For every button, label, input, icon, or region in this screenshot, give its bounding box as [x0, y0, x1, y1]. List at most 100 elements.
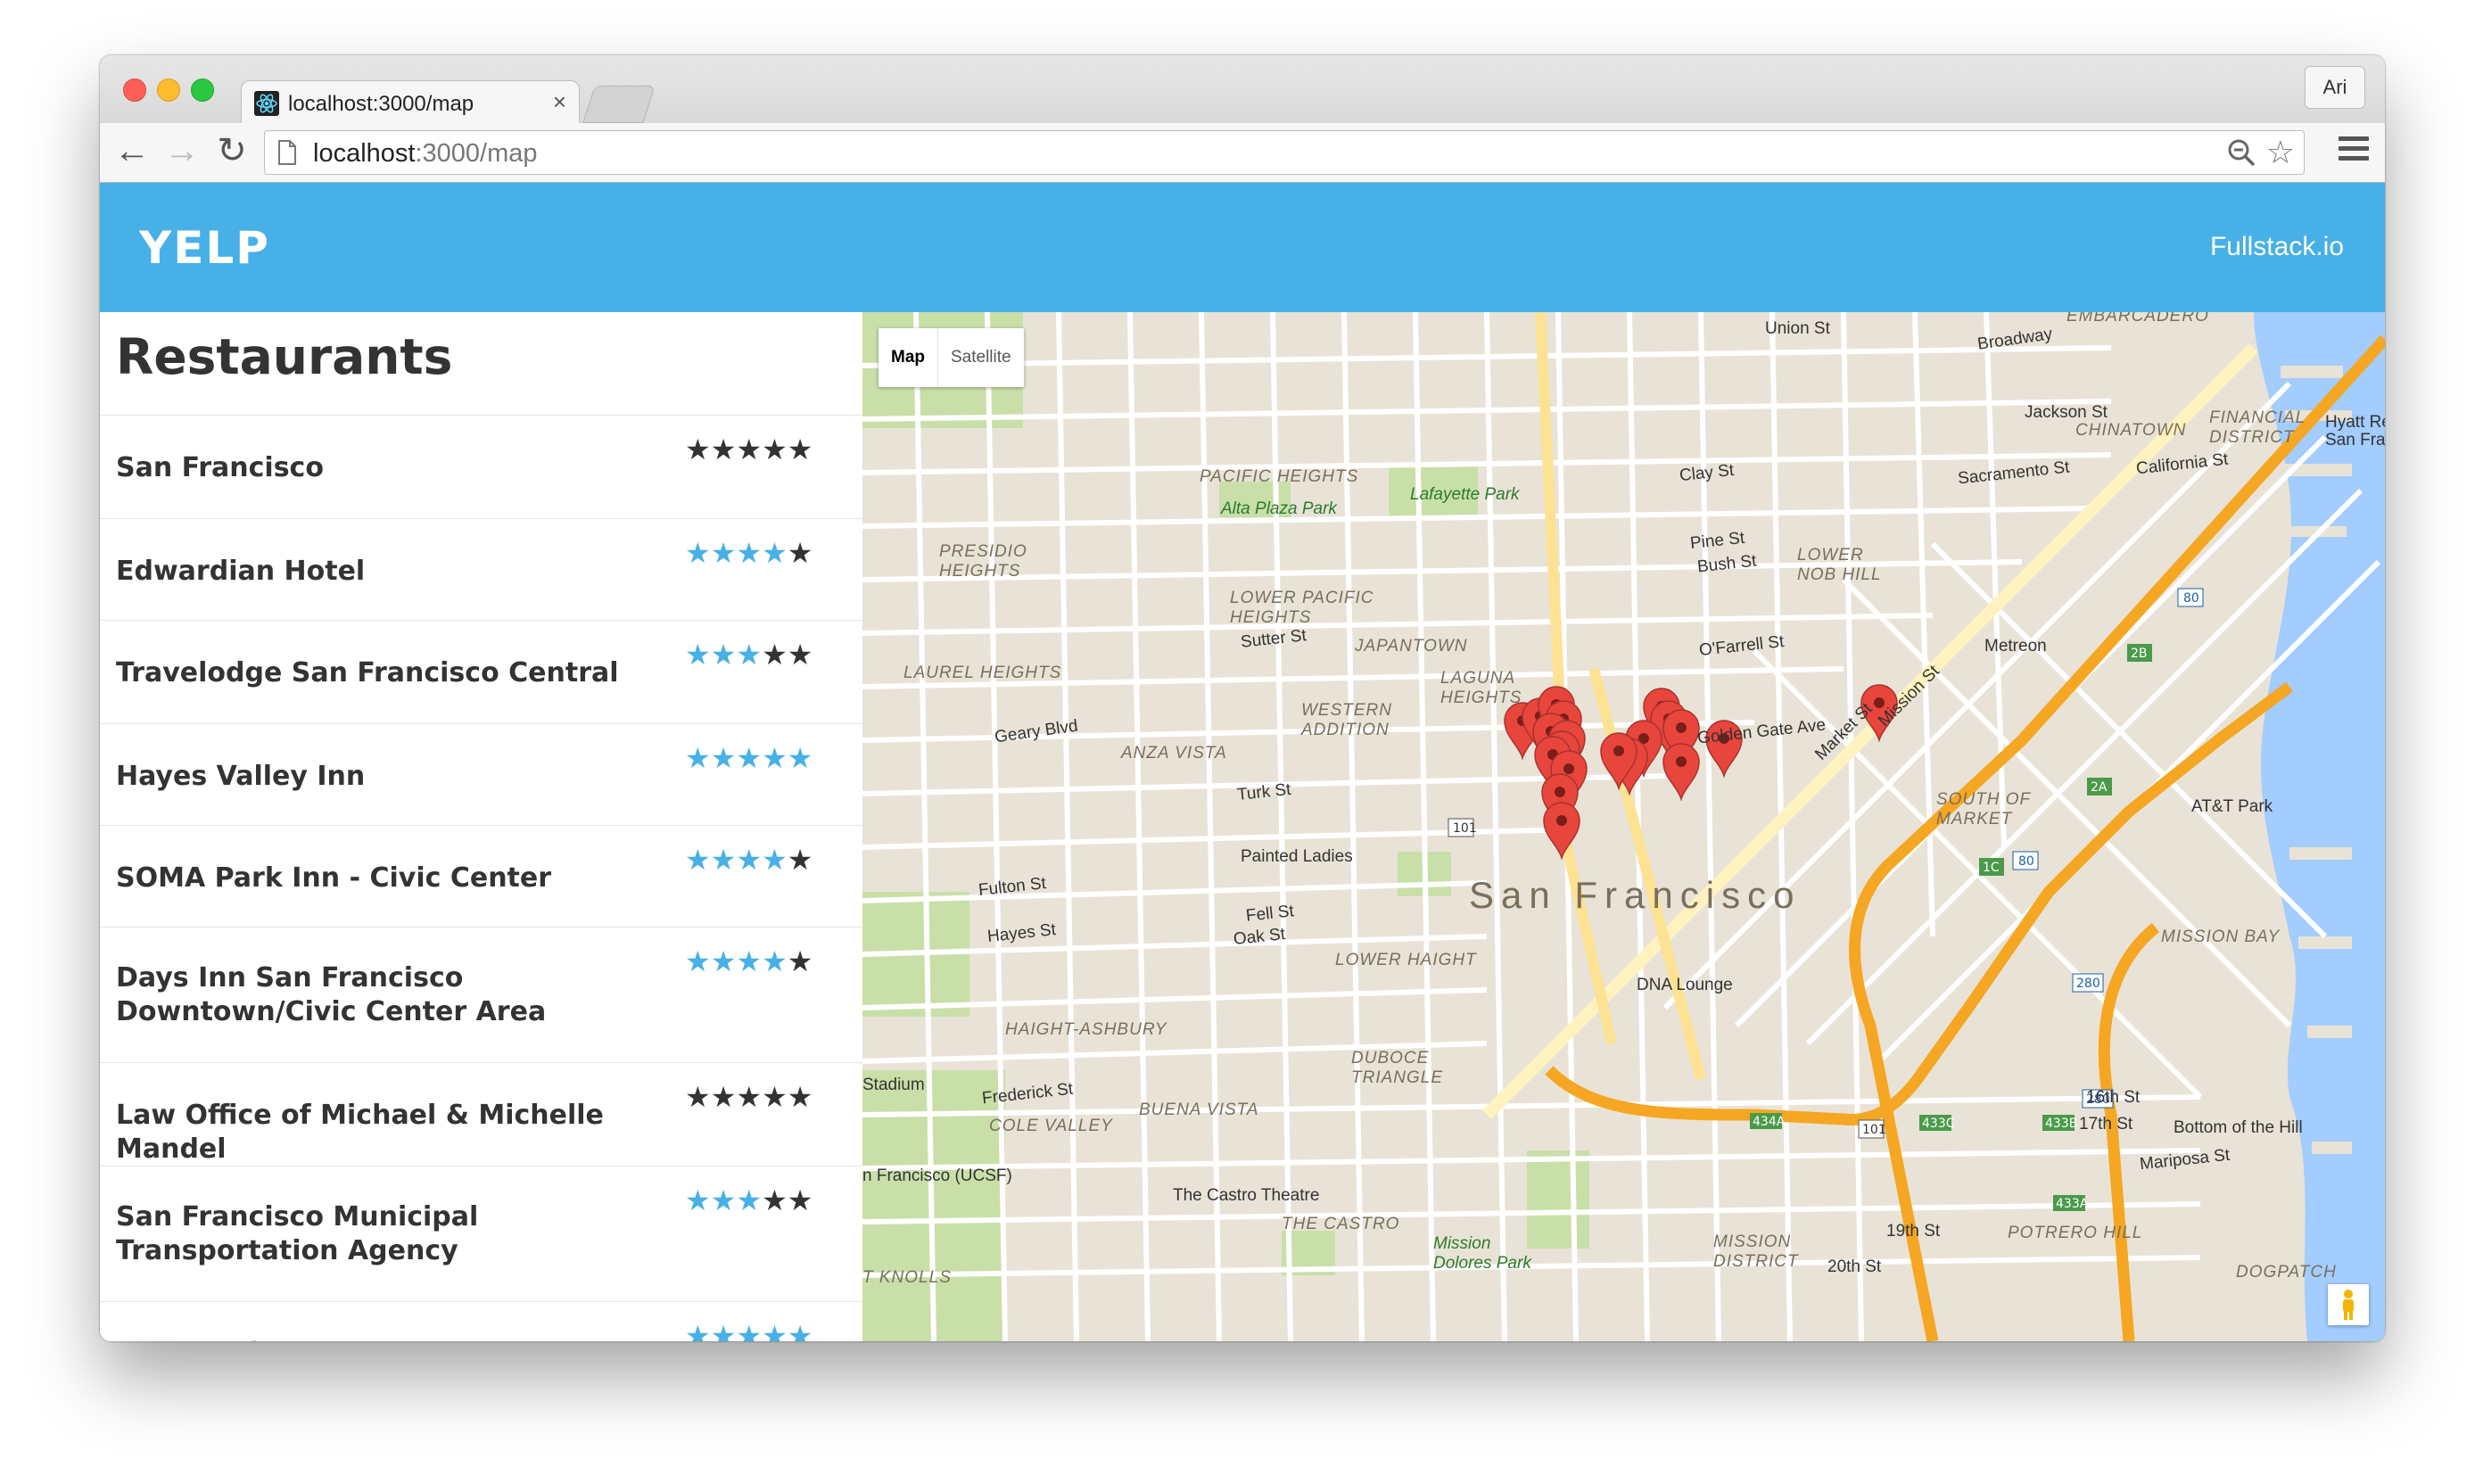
- street-view-pegman-icon[interactable]: [2328, 1284, 2369, 1325]
- app-logo[interactable]: YELP: [139, 222, 270, 274]
- map-marker-dot: [1555, 787, 1565, 797]
- restaurant-list-item[interactable]: San Francisco ★★★★★: [100, 416, 862, 519]
- star-icon: ★: [710, 1320, 737, 1341]
- profile-button[interactable]: Ari: [2305, 66, 2365, 109]
- page-viewport: YELP Fullstack.io Restaurants San Franci…: [100, 183, 2385, 1341]
- restaurant-list-item[interactable]: Days Inn San Francisco Downtown/Civic Ce…: [100, 928, 862, 1063]
- svg-text:80: 80: [2018, 854, 2034, 869]
- star-icon: ★: [710, 844, 737, 876]
- svg-text:2A: 2A: [2091, 780, 2108, 795]
- map-label: DNA Lounge: [1637, 976, 1733, 994]
- menu-icon[interactable]: [2339, 136, 2369, 165]
- map-marker-dot: [1556, 815, 1567, 826]
- star-icon: ★: [710, 1184, 737, 1216]
- bookmark-star-icon[interactable]: ☆: [2266, 135, 2295, 170]
- window-maximize-button[interactable]: [191, 78, 214, 102]
- map-type-map-button[interactable]: Map: [879, 328, 938, 387]
- map-label: Jackson St: [2025, 403, 2108, 422]
- restaurant-list-item[interactable]: Hayes Valley Inn ★★★★★: [100, 724, 862, 826]
- map-label: Bottom of the Hill: [2174, 1118, 2303, 1137]
- restaurant-list-item[interactable]: Edwardian Hotel ★★★★★: [100, 519, 862, 621]
- svg-text:101: 101: [1862, 1123, 1886, 1137]
- svg-text:433A: 433A: [2056, 1197, 2089, 1211]
- map-label: 16th St: [2086, 1088, 2141, 1107]
- star-icon: ★: [787, 1184, 813, 1216]
- map-label: PACIFIC HEIGHTS: [1200, 467, 1359, 486]
- star-icon: ★: [736, 1320, 763, 1341]
- map-label: COLE VALLEY: [989, 1117, 1113, 1135]
- star-icon: ★: [685, 844, 711, 876]
- star-rating: ★★★★★: [685, 1083, 813, 1111]
- map-label: Stadium: [862, 1076, 925, 1094]
- restaurant-list-item[interactable]: Zuni Café ★★★★★: [100, 1302, 862, 1341]
- map-label: n Francisco (UCSF): [862, 1167, 1012, 1185]
- address-bar[interactable]: localhost:3000/map ☆: [264, 130, 2305, 175]
- map-marker-icon[interactable]: [1662, 743, 1700, 802]
- star-rating: ★★★★★: [685, 744, 813, 772]
- star-icon: ★: [710, 945, 737, 977]
- map-label: LAUREL HEIGHTS: [903, 664, 1062, 682]
- star-icon: ★: [762, 742, 788, 774]
- forward-arrow-icon[interactable]: →: [161, 130, 203, 173]
- browser-tab[interactable]: localhost:3000/map ×: [241, 80, 580, 125]
- map-label: BUENA VISTA: [1139, 1101, 1259, 1119]
- star-rating: ★★★★★: [685, 1322, 813, 1341]
- zoom-icon[interactable]: [2227, 138, 2256, 167]
- map-label: The Castro Theatre: [1173, 1186, 1320, 1205]
- star-icon: ★: [685, 945, 711, 977]
- map-label: EMBARCADERO: [2066, 312, 2209, 326]
- restaurant-name: Law Office of Michael & Michelle Mandel: [116, 1100, 604, 1165]
- restaurant-sidebar: Restaurants San Francisco ★★★★★ Edwardian …: [100, 312, 863, 1341]
- browser-toolbar: ← → ↻ localhost:3000/map ☆: [100, 123, 2385, 183]
- restaurant-list-item[interactable]: SOMA Park Inn - Civic Center ★★★★★: [100, 826, 862, 928]
- map-label: HAIGHT-ASHBURY: [1005, 1020, 1167, 1039]
- map-marker-dot: [1613, 746, 1624, 756]
- map-label: 20th St: [1827, 1257, 1882, 1276]
- restaurant-list-item[interactable]: Travelodge San Francisco Central ★★★★★: [100, 621, 862, 724]
- pegman-figure: [2343, 1290, 2354, 1320]
- star-icon: ★: [710, 537, 737, 569]
- sidebar-title: Restaurants: [116, 328, 453, 385]
- map[interactable]: 101 101 434A 433C 433B 433A 1C 2A 2B 80 …: [862, 312, 2385, 1341]
- star-rating: ★★★★★: [685, 640, 813, 669]
- tab-strip: localhost:3000/map × Ari: [100, 55, 2385, 125]
- browser-window: localhost:3000/map × Ari ← → ↻ localhost…: [100, 55, 2385, 1341]
- star-rating: ★★★★★: [685, 435, 813, 464]
- reload-icon[interactable]: ↻: [210, 130, 253, 173]
- map-label: CHINATOWN: [2075, 421, 2187, 440]
- restaurant-list: San Francisco ★★★★★ Edwardian Hotel ★★★★★ Tr…: [100, 415, 862, 1341]
- tab-close-icon[interactable]: ×: [553, 89, 566, 114]
- react-icon: [254, 91, 279, 116]
- new-tab-button[interactable]: [582, 86, 656, 123]
- star-rating: ★★★★★: [685, 539, 813, 567]
- map-label: PRESIDIO HEIGHTS: [939, 542, 1027, 581]
- star-icon: ★: [710, 742, 737, 774]
- app-header: YELP Fullstack.io: [100, 183, 2385, 312]
- window-minimize-button[interactable]: [157, 78, 180, 102]
- star-rating: ★★★★★: [685, 845, 813, 874]
- svg-text:433B: 433B: [2045, 1117, 2077, 1131]
- map-label: Alta Plaza Park: [1221, 499, 1337, 518]
- star-icon: ★: [736, 537, 763, 569]
- window-close-button[interactable]: [123, 78, 146, 102]
- star-icon: ★: [685, 1184, 711, 1216]
- map-marker-icon[interactable]: [1543, 802, 1580, 861]
- star-icon: ★: [762, 945, 788, 977]
- svg-text:1C: 1C: [1983, 861, 2000, 875]
- restaurant-list-item[interactable]: Law Office of Michael & Michelle Mandel ★…: [100, 1063, 862, 1167]
- restaurant-name: Days Inn San Francisco Downtown/Civic Ce…: [116, 962, 547, 1027]
- map-label: Hyatt Regency San Francisco: [2325, 413, 2385, 449]
- restaurant-name: Zuni Café: [116, 1338, 669, 1341]
- star-icon: ★: [736, 945, 763, 977]
- map-type-satellite-button[interactable]: Satellite: [938, 328, 1024, 387]
- restaurant-name: Edwardian Hotel: [116, 556, 366, 587]
- restaurant-list-item[interactable]: San Francisco Municipal Transportation A…: [100, 1167, 862, 1302]
- map-label: T KNOLLS: [862, 1268, 952, 1287]
- fullstack-link[interactable]: Fullstack.io: [2210, 232, 2344, 262]
- back-arrow-icon[interactable]: ←: [111, 130, 153, 173]
- restaurant-name: Travelodge San Francisco Central: [116, 657, 619, 688]
- star-icon: ★: [736, 1184, 763, 1216]
- map-label: MISSION BAY: [2161, 928, 2281, 946]
- map-label: Painted Ladies: [1241, 847, 1353, 866]
- tab-title: localhost:3000/map: [288, 92, 474, 116]
